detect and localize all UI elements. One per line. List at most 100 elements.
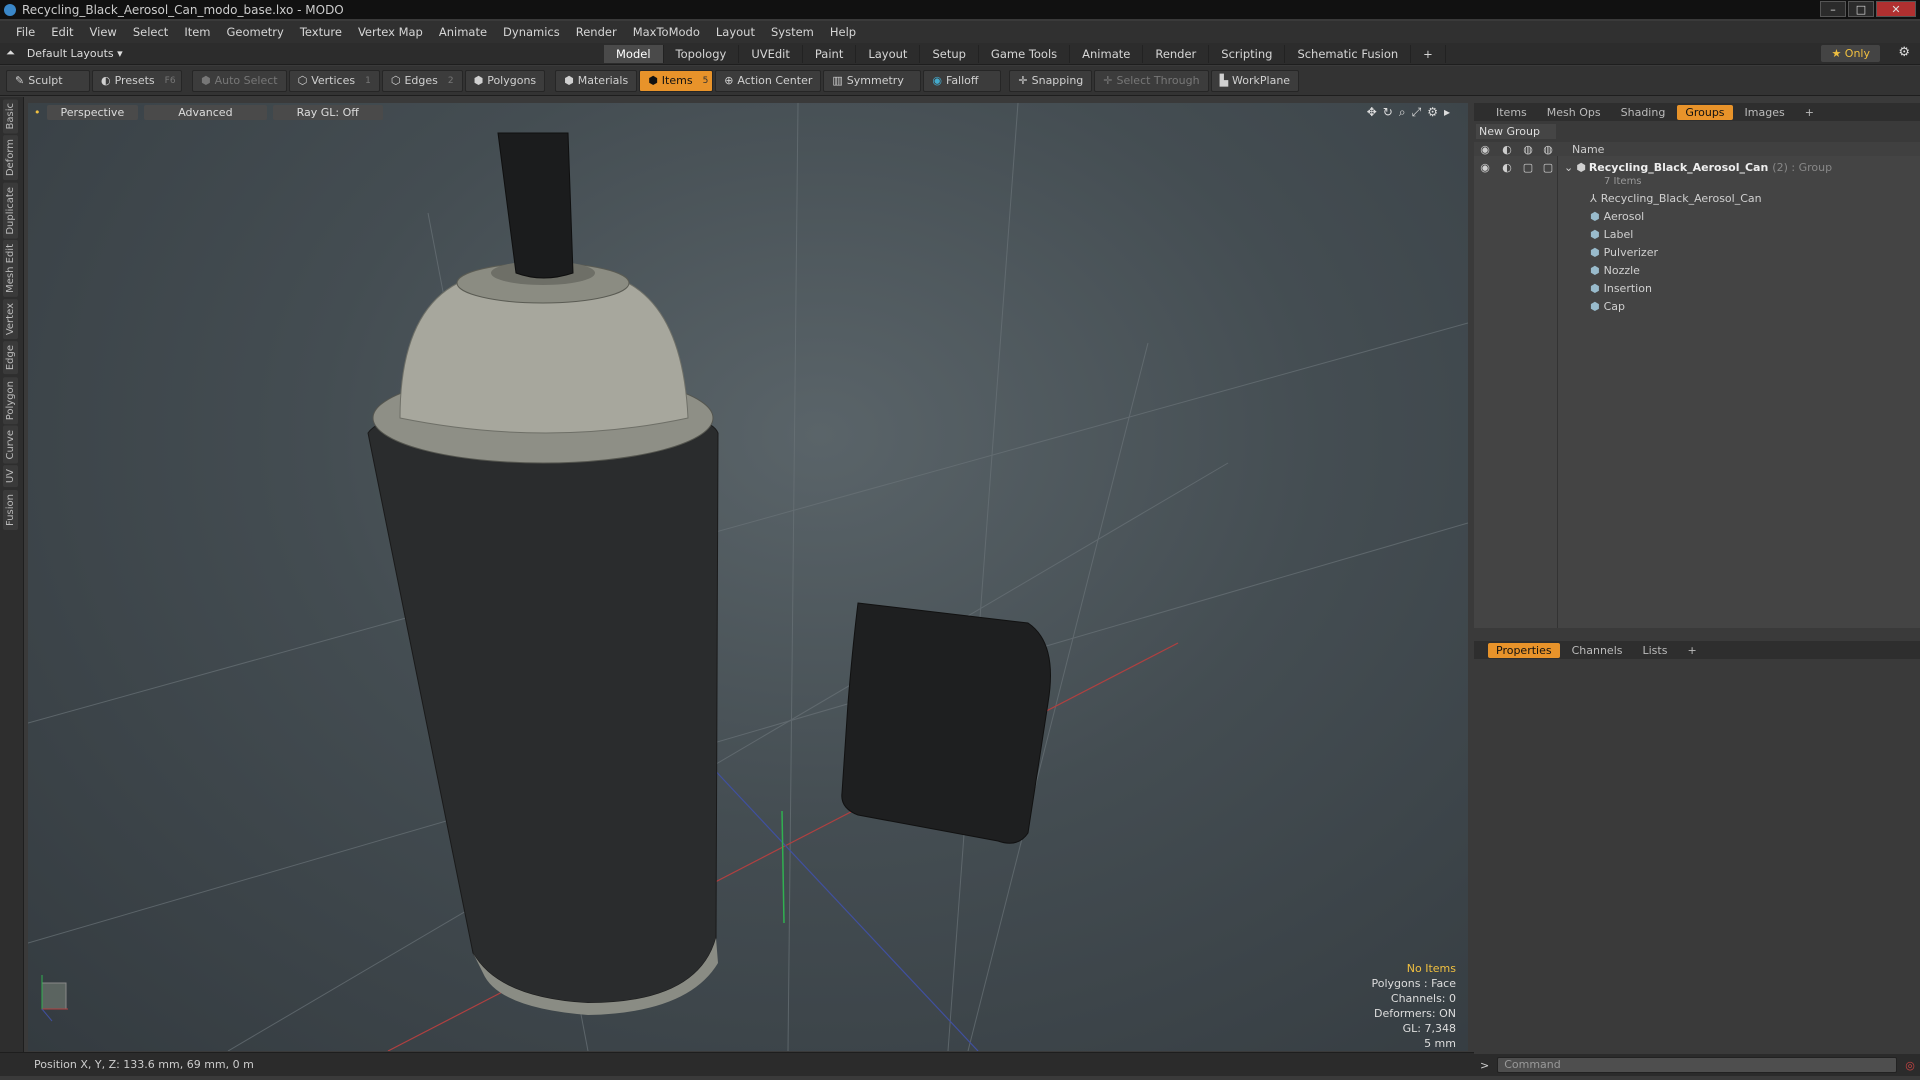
tab-fusion[interactable]: Fusion [3,489,18,530]
rotate-icon[interactable]: ↻ [1383,105,1393,120]
tab-images[interactable]: Images [1737,105,1793,120]
tab-edge[interactable]: Edge [3,341,18,375]
gear-icon[interactable]: ⚙ [1898,45,1910,60]
select-column-icon: ◍ [1543,142,1553,156]
tab-channels[interactable]: Channels [1564,643,1631,658]
tab-render[interactable]: Render [1143,45,1210,63]
workplane-button[interactable]: ▙ WorkPlane [1210,69,1300,92]
tab-groups[interactable]: Groups [1677,104,1733,120]
tab-curve[interactable]: Curve [3,425,18,464]
menu-system[interactable]: System [763,25,822,39]
tab-polygon[interactable]: Polygon [3,376,18,424]
close-button[interactable]: ✕ [1876,1,1916,17]
raygl-toggle[interactable]: Ray GL: Off [272,104,383,120]
menu-edit[interactable]: Edit [43,25,81,39]
tab-uv[interactable]: UV [3,465,18,488]
visibility-column-icon: ◉ [1480,142,1490,156]
tab-topology[interactable]: Topology [664,45,740,63]
tab-vertex[interactable]: Vertex [3,299,18,340]
select-through-button[interactable]: ✛ Select Through [1094,69,1209,92]
minimize-button[interactable]: – [1820,1,1846,17]
menu-texture[interactable]: Texture [292,25,350,39]
only-label: Only [1844,47,1870,60]
tree-item-label: Insertion [1603,281,1652,295]
menu-layout[interactable]: Layout [708,25,763,39]
tab-animate[interactable]: Animate [1070,45,1144,63]
tree-item-insertion[interactable]: ⬢ Insertion [1474,279,1920,297]
polygons-button[interactable]: ⬢ Polygons [464,69,546,92]
tab-model[interactable]: Model [604,45,664,63]
auto-select-button[interactable]: ⬢ Auto Select [192,69,287,92]
tab-items[interactable]: Items [1488,105,1535,120]
pan-icon[interactable]: ✥ [1367,105,1377,120]
menu-animate[interactable]: Animate [431,25,495,39]
new-group-button[interactable]: New Group [1476,124,1556,139]
tree-item-aerosol[interactable]: ⬢ Aerosol [1474,207,1920,225]
items-button[interactable]: ⬢ Items 5 [639,69,714,92]
add-tab-button[interactable]: + [1411,45,1446,63]
tab-schematic-fusion[interactable]: Schematic Fusion [1285,45,1412,63]
falloff-button[interactable]: ◉ Falloff [923,69,1002,92]
menu-help[interactable]: Help [822,25,864,39]
layout-selector[interactable]: Default Layouts ▾ [27,47,123,60]
status-bar: Position X, Y, Z: 133.6 mm, 69 mm, 0 m [0,1052,1474,1076]
menu-dynamics[interactable]: Dynamics [495,25,568,39]
maximize-button[interactable]: □ [1848,1,1874,17]
tree-item-pulverizer[interactable]: ⬢ Pulverizer [1474,243,1920,261]
menu-render[interactable]: Render [568,25,625,39]
3d-viewport[interactable]: • Perspective Advanced Ray GL: Off ✥ ↻ ⌕… [28,103,1468,1051]
add-panel-tab[interactable]: + [1797,105,1822,120]
menu-item[interactable]: Item [176,25,218,39]
symmetry-button[interactable]: ▥ Symmetry [823,69,922,92]
menu-select[interactable]: Select [125,25,176,39]
menu-maxtomodo[interactable]: MaxToModo [625,25,708,39]
nozzle-object [497,132,574,279]
tab-shading[interactable]: Shading [1613,105,1674,120]
tab-basic[interactable]: Basic [3,99,18,134]
tab-mesh-edit[interactable]: Mesh Edit [3,240,18,298]
snapping-button[interactable]: ✛ Snapping [1009,69,1093,92]
viewport-settings-icon[interactable]: ⚙ [1427,105,1438,120]
edges-button[interactable]: ⬡ Edges 2 [381,69,463,92]
layout-menu-icon[interactable]: ⏶ [6,46,15,60]
action-center-button[interactable]: ⊕ Action Center [715,69,822,92]
tree-item-locator[interactable]: ⅄ Recycling_Black_Aerosol_Can [1474,189,1920,207]
tab-game-tools[interactable]: Game Tools [979,45,1071,63]
tab-layout[interactable]: Layout [856,45,921,63]
shading-selector[interactable]: Advanced [144,104,267,120]
tab-deform[interactable]: Deform [3,135,18,181]
ground-grid [28,103,1468,1051]
tab-mesh-ops[interactable]: Mesh Ops [1539,105,1609,120]
zoom-icon[interactable]: ⌕ [1399,105,1406,120]
vertices-button[interactable]: ⬡ Vertices 1 [288,69,380,92]
fit-icon[interactable]: ⤢ [1412,105,1422,120]
tab-duplicate[interactable]: Duplicate [3,182,18,239]
tab-scripting[interactable]: Scripting [1209,45,1286,63]
menu-file[interactable]: File [8,25,43,39]
edges-label: Edges [404,74,438,87]
presets-button[interactable]: ◐ Presets F6 [92,69,182,92]
orientation-gizmo [41,975,68,1022]
tab-properties[interactable]: Properties [1488,642,1560,658]
view-selector[interactable]: Perspective [46,104,139,120]
command-input[interactable]: Command [1497,1057,1898,1073]
tab-paint[interactable]: Paint [803,45,857,63]
materials-label: Materials [577,74,629,87]
command-history-icon[interactable]: ◎ [1905,1059,1915,1072]
workplane-label: WorkPlane [1232,74,1291,87]
menu-vertex-map[interactable]: Vertex Map [350,25,431,39]
only-toggle[interactable]: ★ Only [1821,45,1880,62]
viewport-expand-icon[interactable]: ▸ [1444,105,1450,120]
add-properties-tab[interactable]: + [1679,643,1704,658]
menu-view[interactable]: View [82,25,125,39]
tree-item-label-mesh[interactable]: ⬢ Label [1474,225,1920,243]
tree-item-cap[interactable]: ⬢ Cap [1474,297,1920,315]
tab-uvedit[interactable]: UVEdit [739,45,803,63]
tree-item-nozzle[interactable]: ⬢ Nozzle [1474,261,1920,279]
polygon-icon: ⬢ [473,74,484,87]
sculpt-button[interactable]: ✎ Sculpt [6,69,90,92]
tab-setup[interactable]: Setup [920,45,979,63]
menu-geometry[interactable]: Geometry [219,25,292,39]
tab-lists[interactable]: Lists [1635,643,1676,658]
materials-button[interactable]: ⬢ Materials [555,69,638,92]
